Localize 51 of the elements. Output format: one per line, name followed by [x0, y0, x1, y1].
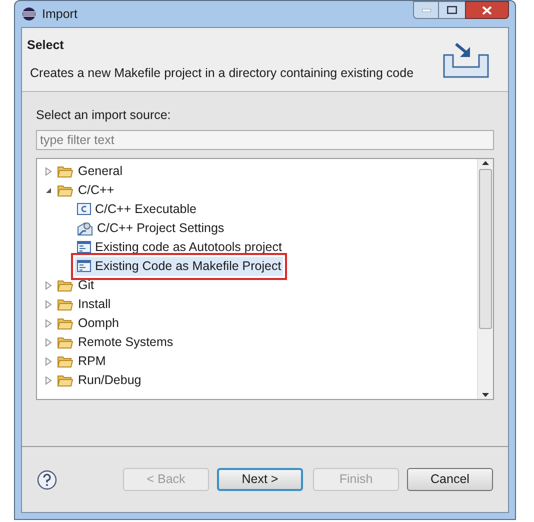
- tree-item[interactable]: RPM: [78, 352, 106, 371]
- collapsed-arrow-icon[interactable]: [45, 318, 52, 328]
- help-icon[interactable]: [37, 470, 57, 490]
- folder-icon: [57, 354, 73, 368]
- folder-icon: [57, 184, 73, 197]
- tree-item[interactable]: General: [78, 162, 122, 181]
- window-title: Import: [42, 6, 78, 23]
- tree-item[interactable]: Git: [78, 276, 94, 295]
- collapsed-arrow-icon[interactable]: [45, 300, 52, 309]
- scroll-thumb[interactable]: [479, 168, 492, 329]
- collapsed-arrow-icon[interactable]: [45, 166, 52, 176]
- folder-icon: [57, 336, 73, 349]
- scroll-down-icon[interactable]: [482, 392, 489, 397]
- tree-item[interactable]: Run/Debug: [78, 370, 142, 390]
- scroll-up-icon[interactable]: [482, 160, 489, 165]
- minimize-button[interactable]: [413, 1, 439, 19]
- folder-icon: [57, 278, 73, 292]
- close-icon: [482, 6, 492, 14]
- tree-item[interactable]: Remote Systems: [78, 332, 174, 352]
- code-file-icon: [77, 259, 91, 274]
- dialog-button[interactable]: Cancel: [407, 468, 493, 491]
- source-label: Select an import source:: [36, 107, 172, 124]
- tree-item[interactable]: Install: [78, 294, 111, 314]
- dialog-button[interactable]: Next >: [217, 468, 303, 491]
- folder-icon: [57, 164, 73, 178]
- collapsed-arrow-icon[interactable]: [45, 376, 52, 385]
- maximize-icon: [447, 6, 457, 14]
- filter-field[interactable]: type filter text: [36, 130, 494, 150]
- page-title: Select: [27, 37, 65, 54]
- app-logo-icon: [22, 7, 36, 21]
- c-file-icon: [77, 202, 91, 216]
- folder-icon: [57, 374, 73, 387]
- code-file-icon: [77, 240, 91, 254]
- close-button[interactable]: [465, 1, 509, 19]
- page-description: Creates a new Makefile project in a directory containing existing code: [30, 64, 414, 82]
- tree-item[interactable]: C/C++ Project Settings: [75, 218, 226, 238]
- selected-tree-item[interactable]: Existing Code as Makefile Project: [75, 256, 284, 276]
- maximize-button[interactable]: [439, 1, 465, 19]
- minimize-icon: [422, 8, 430, 12]
- collapsed-arrow-icon[interactable]: [45, 356, 52, 366]
- folder-icon: [57, 298, 73, 311]
- import-tray-icon: [442, 41, 490, 79]
- tree-item[interactable]: Existing code as Autotools project: [75, 238, 284, 257]
- scrollbar[interactable]: [477, 158, 493, 399]
- tree-item[interactable]: C/C++ Executable: [75, 200, 198, 219]
- folder-icon: [57, 316, 73, 330]
- tree-item[interactable]: Oomph: [78, 314, 119, 333]
- expanded-arrow-icon[interactable]: [45, 186, 52, 194]
- tree-item[interactable]: C/C++: [78, 180, 114, 200]
- collapsed-arrow-icon[interactable]: [45, 338, 52, 347]
- collapsed-arrow-icon[interactable]: [45, 280, 52, 290]
